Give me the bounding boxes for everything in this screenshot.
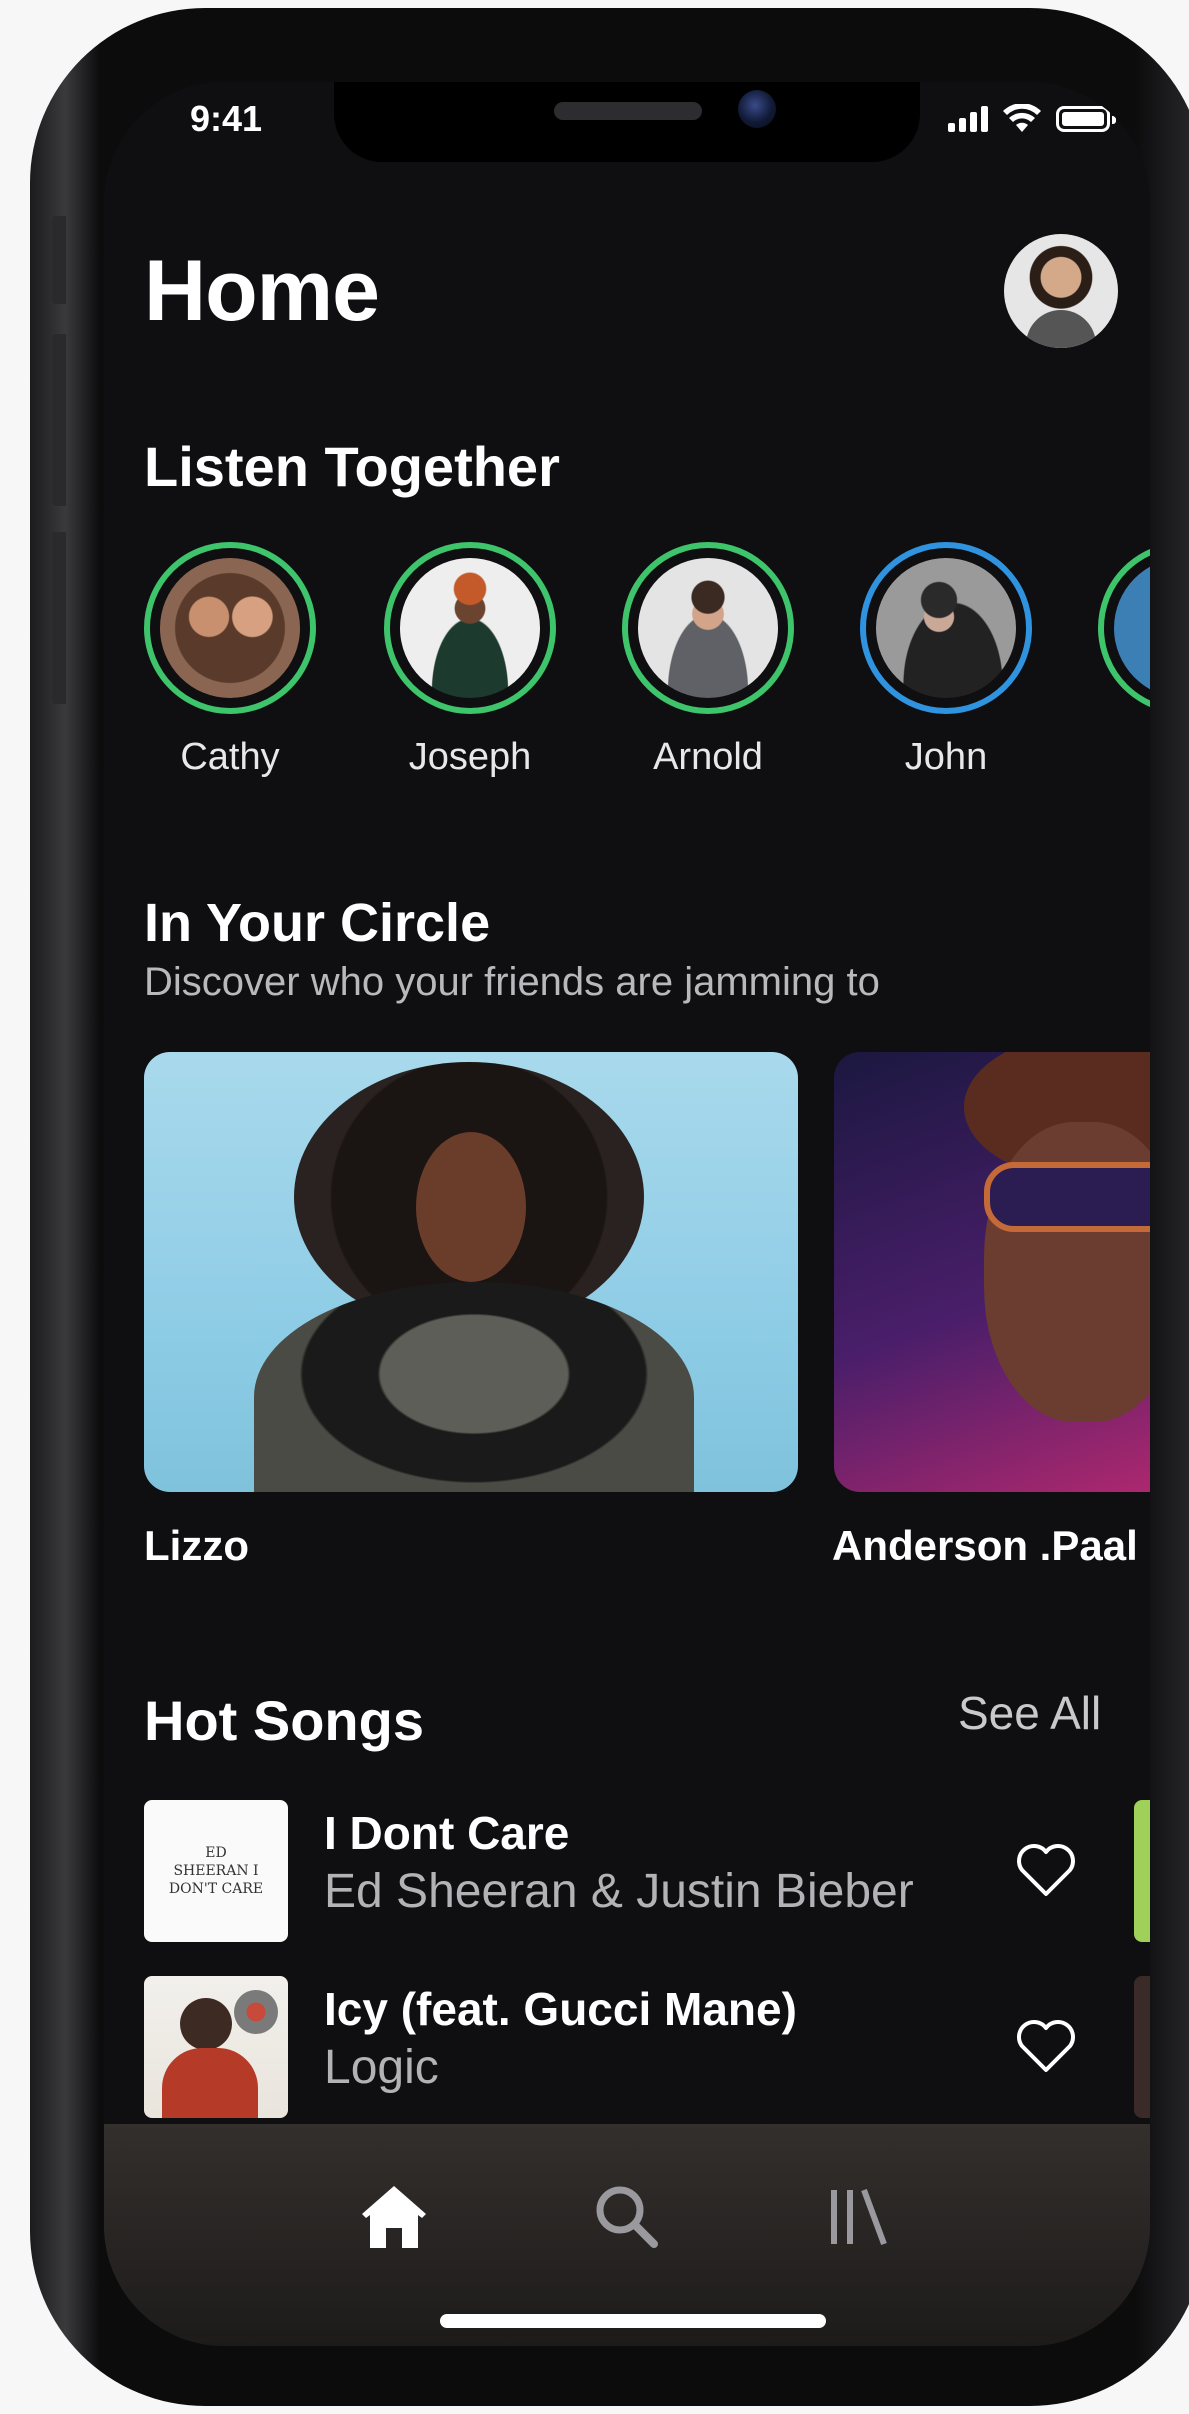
status-icons (948, 104, 1116, 134)
song-row-icy[interactable]: Icy (feat. Gucci Mane) Logic (144, 1976, 1150, 2118)
song-row-i-dont-care[interactable]: ED SHEERAN I DON'T CARE I Dont Care Ed S… (144, 1800, 1150, 1942)
profile-avatar[interactable] (1004, 234, 1118, 348)
friend-avatar (1114, 558, 1150, 698)
song-artist: Ed Sheeran & Justin Bieber (324, 1865, 914, 1918)
album-art-splash (234, 1990, 278, 2034)
friend-avatar-ring (1098, 542, 1150, 714)
speaker-grille (554, 102, 702, 120)
battery-icon (1056, 106, 1116, 132)
friend-avatar (876, 558, 1016, 698)
volume-down-button (52, 532, 66, 704)
friend-avatar (638, 558, 778, 698)
artist-face (416, 1132, 526, 1282)
library-icon[interactable] (822, 2178, 898, 2254)
friend-name: Joseph (408, 736, 532, 778)
mute-switch (52, 216, 66, 304)
album-art-text: ED SHEERAN I DON'T CARE (168, 1845, 264, 1897)
artist-name: Anderson .Paal (832, 1522, 1138, 1569)
friend-avatar-ring (384, 542, 556, 714)
friend-avatar (400, 558, 540, 698)
tab-bar (104, 2124, 1150, 2346)
album-art-figure (180, 1998, 232, 2050)
artist-card-anderson-paak[interactable] (834, 1052, 1150, 1492)
in-your-circle-subtitle: Discover who your friends are jamming to (144, 960, 880, 1004)
friend-name: Cathy (180, 736, 280, 778)
heart-icon[interactable] (1014, 2016, 1078, 2076)
app-screen: 9:41 Home Listen Together Cathy Joseph A… (104, 82, 1150, 2346)
hot-songs-title: Hot Songs (144, 1689, 424, 1752)
song-title: Icy (feat. Gucci Mane) (324, 1983, 797, 2035)
album-art-jacket (162, 2048, 258, 2118)
friend-avatar (160, 558, 300, 698)
friend-avatar-ring (144, 542, 316, 714)
listen-together-title: Listen Together (144, 435, 560, 498)
search-icon[interactable] (588, 2178, 664, 2254)
home-indicator[interactable] (440, 2314, 826, 2328)
album-art: ED SHEERAN I DON'T CARE (144, 1800, 288, 1942)
home-icon[interactable] (356, 2178, 432, 2254)
friend-name: John (904, 736, 988, 778)
next-album-art-peek (1134, 1976, 1150, 2118)
friend-item-arnold[interactable]: Arnold (622, 542, 794, 779)
page-title: Home (144, 243, 380, 339)
friend-name: D (1098, 736, 1150, 779)
cellular-signal-icon (948, 106, 988, 132)
artist-name: Lizzo (144, 1522, 249, 1569)
song-title: I Dont Care (324, 1807, 570, 1859)
see-all-link[interactable]: See All (958, 1686, 1101, 1740)
front-camera (738, 90, 776, 128)
listen-together-row: Cathy Joseph Arnold John D (144, 542, 1150, 802)
wifi-icon (1003, 104, 1041, 132)
friend-item-d[interactable]: D (1098, 542, 1150, 779)
friend-avatar-ring (860, 542, 1032, 714)
status-time: 9:41 (190, 98, 263, 139)
friend-item-cathy[interactable]: Cathy (144, 542, 316, 779)
friend-avatar-ring (622, 542, 794, 714)
album-art (144, 1976, 288, 2118)
artist-sunglasses (984, 1162, 1150, 1232)
volume-up-button (52, 334, 66, 506)
in-your-circle-title: In Your Circle (144, 893, 491, 953)
next-album-art-peek (1134, 1800, 1150, 1942)
song-artist: Logic (324, 2041, 439, 2094)
artist-body (254, 1282, 694, 1492)
notch (334, 82, 920, 162)
friend-item-joseph[interactable]: Joseph (384, 542, 556, 779)
friend-item-john[interactable]: John (860, 542, 1032, 779)
artist-card-lizzo[interactable] (144, 1052, 798, 1492)
heart-icon[interactable] (1014, 1840, 1078, 1900)
friend-name: Arnold (653, 736, 763, 778)
